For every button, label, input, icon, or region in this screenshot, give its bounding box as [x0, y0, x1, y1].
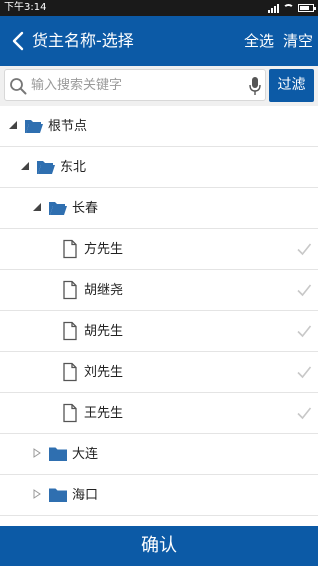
checkmark-icon[interactable] — [296, 282, 312, 298]
tree-leaf-row[interactable]: 王先生 — [0, 393, 318, 434]
clear-button[interactable]: 清空 — [283, 16, 313, 66]
status-time: 下午3:14 — [4, 2, 47, 13]
folder-icon — [49, 488, 67, 502]
tree-node-dongbei[interactable]: 东北 — [0, 147, 318, 188]
expanded-arrow-icon[interactable] — [8, 120, 18, 130]
collapsed-arrow-icon[interactable] — [32, 448, 42, 458]
confirm-button[interactable]: 确认 — [0, 526, 318, 566]
folder-open-icon — [49, 202, 67, 215]
select-all-button[interactable]: 全选 — [244, 16, 274, 66]
collapsed-arrow-icon[interactable] — [32, 489, 42, 499]
tree-leaf-row[interactable]: 刘先生 — [0, 352, 318, 393]
checkmark-icon[interactable] — [296, 364, 312, 380]
signal-icon — [268, 3, 279, 13]
search-input[interactable] — [31, 72, 245, 98]
tree-leaf-row[interactable]: 胡继尧 — [0, 270, 318, 311]
document-icon — [63, 362, 77, 382]
folder-icon — [49, 447, 67, 461]
app-bar: 货主名称-选择 全选 清空 — [0, 16, 318, 66]
tree-node-label: 大连 — [72, 447, 99, 462]
wifi-icon — [283, 3, 294, 13]
search-bar: 过滤 — [0, 66, 318, 106]
tree-leaf-label: 王先生 — [84, 406, 124, 421]
checkmark-icon[interactable] — [296, 241, 312, 257]
search-icon — [10, 78, 27, 95]
checkmark-icon[interactable] — [296, 405, 312, 421]
status-bar: 下午3:14 — [0, 0, 318, 16]
battery-icon — [298, 4, 316, 12]
filter-button[interactable]: 过滤 — [269, 69, 314, 102]
document-icon — [63, 403, 77, 423]
tree-node-haikou[interactable]: 海口 — [0, 475, 318, 516]
microphone-icon[interactable] — [248, 76, 262, 96]
tree-node-label: 长春 — [72, 201, 99, 216]
tree-leaf-label: 胡先生 — [84, 324, 124, 339]
tree-node-changchun[interactable]: 长春 — [0, 188, 318, 229]
document-icon — [63, 280, 77, 300]
tree-node-label: 根节点 — [48, 119, 88, 134]
document-icon — [63, 239, 77, 259]
back-icon[interactable] — [8, 30, 30, 52]
status-icons — [268, 0, 316, 16]
tree-node-label: 海口 — [72, 488, 99, 503]
tree-node-root[interactable]: 根节点 — [0, 106, 318, 147]
checkmark-icon[interactable] — [296, 323, 312, 339]
page-title: 货主名称-选择 — [32, 31, 134, 50]
document-icon — [63, 321, 77, 341]
search-box — [4, 69, 266, 101]
tree-node-label: 东北 — [60, 160, 87, 175]
folder-open-icon — [37, 161, 55, 174]
expanded-arrow-icon[interactable] — [32, 202, 42, 212]
expanded-arrow-icon[interactable] — [20, 161, 30, 171]
tree-leaf-row[interactable]: 胡先生 — [0, 311, 318, 352]
tree-leaf-label: 刘先生 — [84, 365, 124, 380]
tree-leaf-label: 胡继尧 — [84, 283, 124, 298]
tree-leaf-label: 方先生 — [84, 242, 124, 257]
tree-leaf-row[interactable]: 方先生 — [0, 229, 318, 270]
tree-node-dalian[interactable]: 大连 — [0, 434, 318, 475]
folder-open-icon — [25, 120, 43, 133]
